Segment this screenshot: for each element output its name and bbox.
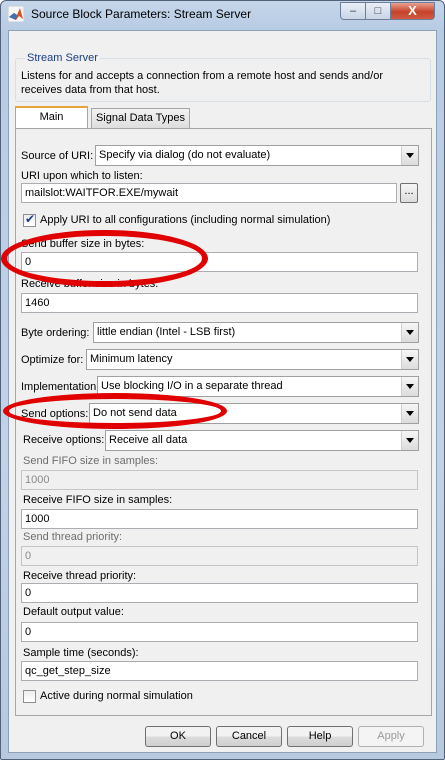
source-of-uri-value: Specify via dialog (do not evaluate) (99, 149, 271, 161)
byte-ordering-label: Byte ordering: (21, 327, 90, 339)
minimize-button[interactable]: – (340, 2, 366, 20)
block-name: Stream Server (25, 52, 100, 64)
chevron-down-icon (401, 350, 418, 369)
apply-uri-label: Apply URI to all configurations (includi… (40, 214, 331, 226)
send-options-value: Do not send data (93, 407, 177, 419)
receive-buffer-label: Receive buffer size in bytes: (21, 278, 159, 290)
close-button[interactable]: X (390, 2, 435, 20)
apply-uri-checkbox[interactable]: ✔ (23, 212, 36, 227)
help-button[interactable]: Help (287, 726, 353, 747)
source-of-uri-label: Source of URI: (21, 150, 94, 162)
chevron-down-icon (401, 323, 418, 342)
maximize-icon: □ (374, 5, 382, 17)
ok-button[interactable]: OK (145, 726, 211, 747)
optimize-for-label: Optimize for: (21, 354, 84, 366)
close-icon: X (408, 3, 417, 18)
default-output-label: Default output value: (23, 606, 124, 618)
receive-options-value: Receive all data (109, 434, 188, 446)
cancel-button[interactable]: Cancel (216, 726, 282, 747)
active-normal-checkbox[interactable] (23, 690, 36, 703)
minimize-icon: – (349, 5, 357, 17)
receive-options-label: Receive options: (23, 434, 105, 446)
chevron-down-icon (401, 377, 418, 396)
send-options-select[interactable]: Do not send data (89, 403, 419, 424)
window-title: Source Block Parameters: Stream Server (31, 7, 252, 21)
block-description: Listens for and accepts a connection fro… (21, 70, 383, 96)
implementation-select[interactable]: Use blocking I/O in a separate thread (97, 376, 419, 397)
receive-priority-label: Receive thread priority: (23, 570, 137, 582)
checkmark-icon: ✔ (25, 212, 36, 226)
receive-options-select[interactable]: Receive all data (105, 430, 419, 451)
receive-buffer-input[interactable]: 1460 (21, 293, 418, 313)
uri-label: URI upon which to listen: (21, 170, 143, 182)
source-of-uri-select[interactable]: Specify via dialog (do not evaluate) (95, 145, 419, 166)
implementation-label: Implementation: (21, 381, 100, 393)
matlab-logo-icon (8, 6, 24, 22)
sample-time-label: Sample time (seconds): (23, 647, 139, 659)
apply-button[interactable]: Apply (358, 726, 424, 747)
chevron-down-icon (401, 146, 418, 165)
send-buffer-label: Send buffer size in bytes: (21, 238, 145, 250)
receive-fifo-input[interactable]: 1000 (21, 509, 418, 529)
browse-uri-button[interactable]: ... (400, 183, 418, 203)
optimize-for-value: Minimum latency (90, 353, 173, 365)
chevron-down-icon (401, 404, 418, 423)
sample-time-input[interactable]: qc_get_step_size (21, 661, 418, 681)
optimize-for-select[interactable]: Minimum latency (86, 349, 419, 370)
active-normal-label: Active during normal simulation (40, 690, 193, 702)
byte-ordering-value: little endian (Intel - LSB first) (97, 326, 236, 338)
send-buffer-input[interactable]: 0 (21, 252, 418, 272)
default-output-input[interactable]: 0 (21, 622, 418, 642)
send-priority-input: 0 (21, 546, 418, 566)
dialog-window: Source Block Parameters: Stream Server –… (0, 0, 445, 760)
uri-input[interactable]: mailslot:WAITFOR.EXE/mywait (21, 183, 397, 203)
send-fifo-input: 1000 (21, 470, 418, 490)
tab-signal-data-types[interactable]: Signal Data Types (91, 108, 190, 128)
tab-main[interactable]: Main (15, 106, 88, 128)
chevron-down-icon (401, 431, 418, 450)
receive-priority-input[interactable]: 0 (21, 583, 418, 603)
receive-fifo-label: Receive FIFO size in samples: (23, 494, 173, 506)
send-priority-label: Send thread priority: (23, 531, 123, 543)
implementation-value: Use blocking I/O in a separate thread (101, 380, 283, 392)
byte-ordering-select[interactable]: little endian (Intel - LSB first) (93, 322, 419, 343)
maximize-button[interactable]: □ (365, 2, 391, 20)
title-bar[interactable]: Source Block Parameters: Stream Server –… (1, 1, 444, 27)
send-options-label: Send options: (21, 408, 89, 420)
dialog-client: Stream Server Listens for and accepts a … (1, 30, 437, 753)
send-fifo-label: Send FIFO size in samples: (23, 455, 159, 467)
